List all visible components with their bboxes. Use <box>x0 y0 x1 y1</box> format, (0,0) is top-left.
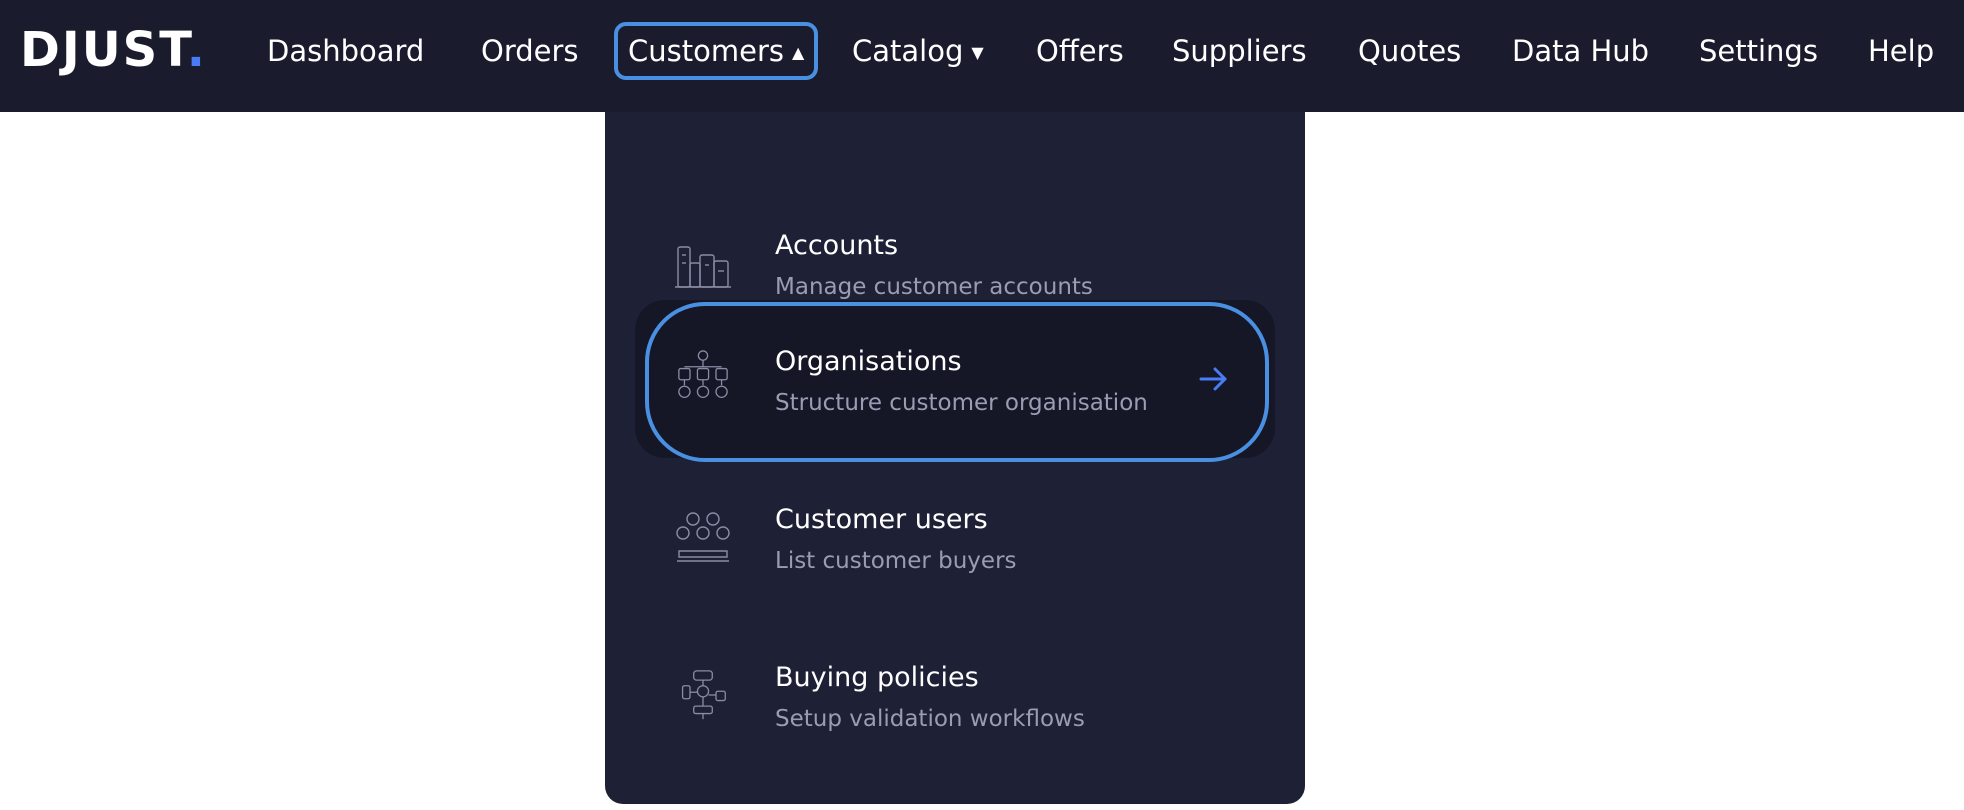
org-chart-icon <box>678 350 728 399</box>
nav-dashboard[interactable]: Dashboard <box>267 22 424 80</box>
menu-item-organisations[interactable]: Organisations Structure customer organis… <box>635 300 1275 462</box>
nav-quotes[interactable]: Quotes <box>1358 22 1461 80</box>
logo-text: DJUST <box>20 22 187 78</box>
caret-up-icon: ▲ <box>791 43 805 62</box>
nav-suppliers[interactable]: Suppliers <box>1172 22 1307 80</box>
menu-item-description: Manage customer accounts <box>775 274 1093 300</box>
nav-help-label: Help <box>1868 34 1935 68</box>
buildings-icon <box>675 246 731 288</box>
nav-dashboard-label: Dashboard <box>267 34 425 68</box>
logo-dot: . <box>186 22 207 78</box>
menu-item-title: Buying policies <box>775 662 979 693</box>
menu-item-title: Accounts <box>775 230 899 261</box>
nav-customers[interactable]: Customers ▲ <box>614 22 819 80</box>
nav-quotes-label: Quotes <box>1358 34 1462 68</box>
menu-item-description: List customer buyers <box>775 548 1017 574</box>
nav-help[interactable]: Help <box>1868 22 1934 80</box>
nav-suppliers-label: Suppliers <box>1172 34 1307 68</box>
caret-down-icon: ▼ <box>971 43 984 62</box>
nav-catalog-label: Catalog <box>852 34 964 68</box>
nav-data-hub-label: Data Hub <box>1512 34 1650 68</box>
top-navigation-bar: DJUST. Dashboard Orders Customers ▲ Catal… <box>0 0 1964 112</box>
nav-offers-label: Offers <box>1036 34 1124 68</box>
menu-item-customer-users[interactable]: Customer users List customer buyers <box>635 458 1275 616</box>
nav-orders[interactable]: Orders <box>481 22 579 80</box>
menu-item-description: Structure customer organisation <box>775 390 1148 416</box>
nav-orders-label: Orders <box>481 34 579 68</box>
nav-customers-label: Customers <box>628 34 784 68</box>
nav-catalog[interactable]: Catalog ▼ <box>852 22 984 80</box>
djust-logo[interactable]: DJUST. <box>20 24 207 76</box>
arrow-right-icon <box>1199 367 1227 391</box>
menu-item-buying-policies[interactable]: Buying policies Setup validation workflo… <box>635 616 1275 774</box>
customers-dropdown-menu: Accounts Manage customer accounts Organi… <box>605 112 1305 804</box>
nav-settings[interactable]: Settings <box>1699 22 1818 80</box>
users-group-icon <box>676 512 730 562</box>
nav-offers[interactable]: Offers <box>1036 22 1124 80</box>
menu-item-title: Organisations <box>775 346 962 377</box>
menu-item-title: Customer users <box>775 504 988 535</box>
nav-data-hub[interactable]: Data Hub <box>1512 22 1649 80</box>
nav-settings-label: Settings <box>1699 34 1818 68</box>
workflow-icon <box>681 670 726 720</box>
menu-item-description: Setup validation workflows <box>775 706 1085 732</box>
